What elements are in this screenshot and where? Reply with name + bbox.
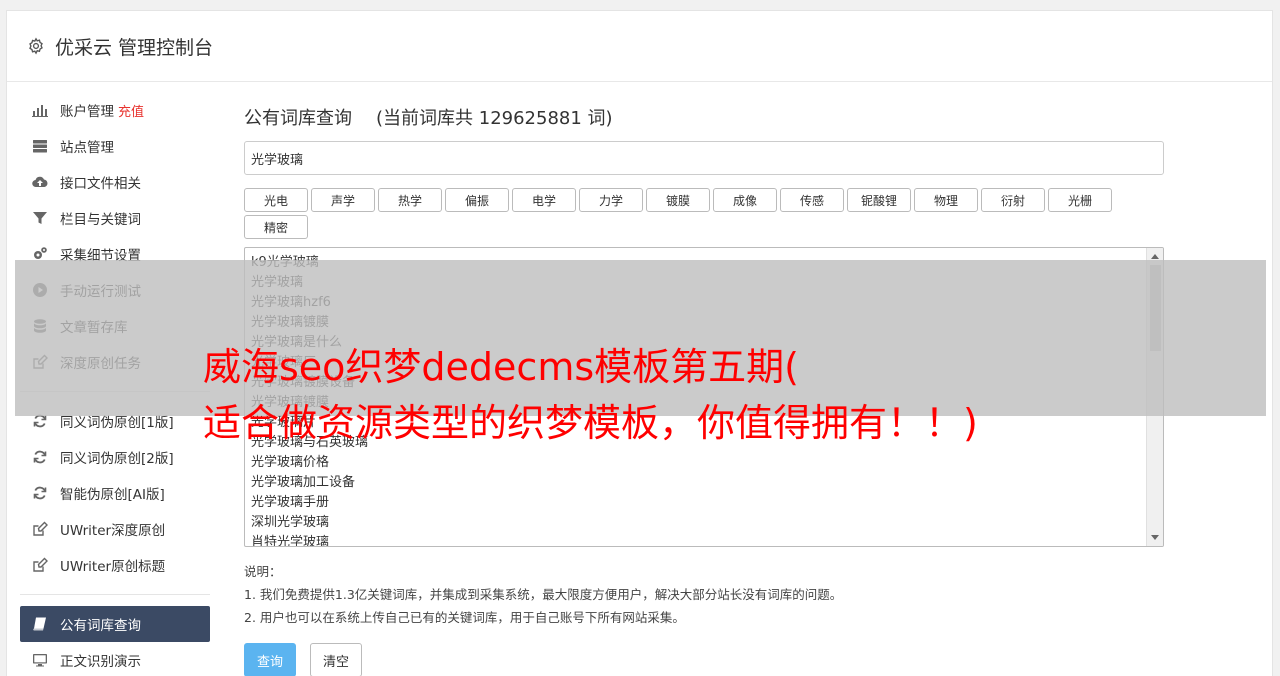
- notes-title: 说明：: [244, 564, 282, 579]
- sidebar-item-label: 接口文件相关: [60, 176, 141, 192]
- result-item[interactable]: 光学玻璃价格: [251, 453, 1163, 473]
- clear-button[interactable]: 清空: [310, 643, 363, 676]
- refresh-icon: [31, 448, 49, 466]
- sidebar-item-label: 站点管理: [60, 140, 114, 156]
- sidebar-item[interactable]: 账户管理 充值: [20, 92, 210, 128]
- sidebar-item[interactable]: 公有词库查询: [20, 606, 210, 642]
- sidebar-item[interactable]: 智能伪原创[AI版]: [20, 475, 210, 511]
- section-title-text: 公有词库查询: [244, 108, 352, 129]
- note-line-1: 1. 我们免费提供1.3亿关键词库，并集成到采集系统，最大限度方便用户，解决大部…: [244, 587, 843, 602]
- sidebar-item-label: 栏目与关键词: [60, 212, 141, 228]
- keyword-chip[interactable]: 精密: [244, 215, 308, 239]
- sidebar-item-label: UWriter深度原创: [60, 523, 166, 539]
- scroll-down-icon[interactable]: [1151, 535, 1159, 540]
- action-bar: 查询 清空: [244, 643, 1164, 676]
- keyword-chip[interactable]: 电学: [512, 188, 576, 212]
- sidebar-item[interactable]: UWriter深度原创: [20, 511, 210, 547]
- keyword-chip[interactable]: 铌酸锂: [847, 188, 911, 212]
- header: 优采云 管理控制台: [7, 11, 1272, 82]
- keyword-chip[interactable]: 镀膜: [646, 188, 710, 212]
- sidebar-item[interactable]: 栏目与关键词: [20, 200, 210, 236]
- result-item[interactable]: 光学玻璃手册: [251, 493, 1163, 513]
- sidebar-item-label: 正文识别演示: [60, 654, 141, 670]
- query-button[interactable]: 查询: [244, 643, 297, 676]
- keyword-chip[interactable]: 光栅: [1048, 188, 1112, 212]
- sidebar-item-label: 智能伪原创[AI版]: [60, 487, 165, 503]
- recharge-link[interactable]: 充值: [118, 101, 144, 120]
- sidebar-item[interactable]: 正文识别演示: [20, 642, 210, 676]
- banner-headline: 威海seo织梦dedecms模板第五期( 适合做资源类型的织梦模板，你值得拥有！…: [203, 339, 1203, 451]
- sidebar-item[interactable]: 站点管理: [20, 128, 210, 164]
- keyword-search-input[interactable]: [244, 141, 1164, 175]
- note-line-2: 2. 用户也可以在系统上传自己已有的关键词库，用于自己账号下所有网站采集。: [244, 610, 685, 625]
- page-title: 优采云 管理控制台: [55, 36, 214, 59]
- server-icon: [31, 137, 49, 155]
- keyword-chip[interactable]: 物理: [914, 188, 978, 212]
- keyword-chip[interactable]: 光电: [244, 188, 308, 212]
- sidebar-item-label: 账户管理: [60, 104, 114, 120]
- sidebar-item[interactable]: UWriter原创标题: [20, 547, 210, 583]
- scroll-up-icon[interactable]: [1151, 254, 1159, 259]
- book-icon: [31, 615, 49, 633]
- sidebar-item-label: 公有词库查询: [60, 618, 141, 634]
- keyword-chip[interactable]: 衍射: [981, 188, 1045, 212]
- bar-chart-icon: [31, 101, 49, 119]
- result-item[interactable]: 光学玻璃加工设备: [251, 473, 1163, 493]
- banner-line-1: 威海seo织梦dedecms模板第五期(: [203, 345, 799, 389]
- sidebar-item-label: 同义词伪原创[2版]: [60, 451, 174, 467]
- gear-icon: [29, 37, 43, 55]
- banner-line-2: 适合做资源类型的织梦模板，你值得拥有！！): [203, 401, 978, 445]
- section-title: 公有词库查询 (当前词库共 129625881 词): [244, 104, 1164, 129]
- keyword-chip[interactable]: 声学: [311, 188, 375, 212]
- sidebar-item-label: UWriter原创标题: [60, 559, 166, 575]
- keyword-chip[interactable]: 成像: [713, 188, 777, 212]
- keyword-chip[interactable]: 力学: [579, 188, 643, 212]
- word-count: (当前词库共 129625881 词): [376, 108, 613, 129]
- keyword-chip[interactable]: 偏振: [445, 188, 509, 212]
- sidebar-item[interactable]: 同义词伪原创[2版]: [20, 439, 210, 475]
- filter-icon: [31, 209, 49, 227]
- keyword-chip[interactable]: 热学: [378, 188, 442, 212]
- edit-icon: [31, 520, 49, 538]
- notes: 说明： 1. 我们免费提供1.3亿关键词库，并集成到采集系统，最大限度方便用户，…: [244, 560, 1164, 629]
- keyword-chip[interactable]: 传感: [780, 188, 844, 212]
- keyword-chip-list: 光电 声学 热学 偏振 电学 力学 镀膜 成像 传感 铌酸锂 物理 衍射 光栅精密: [244, 188, 1124, 242]
- result-item[interactable]: 深圳光学玻璃: [251, 513, 1163, 533]
- refresh-icon: [31, 484, 49, 502]
- cloud-upload-icon: [31, 173, 49, 191]
- result-item[interactable]: 肖特光学玻璃: [251, 533, 1163, 546]
- sidebar-item[interactable]: 接口文件相关: [20, 164, 210, 200]
- monitor-icon: [31, 651, 49, 669]
- sidebar-divider: [20, 594, 210, 595]
- edit-icon: [31, 556, 49, 574]
